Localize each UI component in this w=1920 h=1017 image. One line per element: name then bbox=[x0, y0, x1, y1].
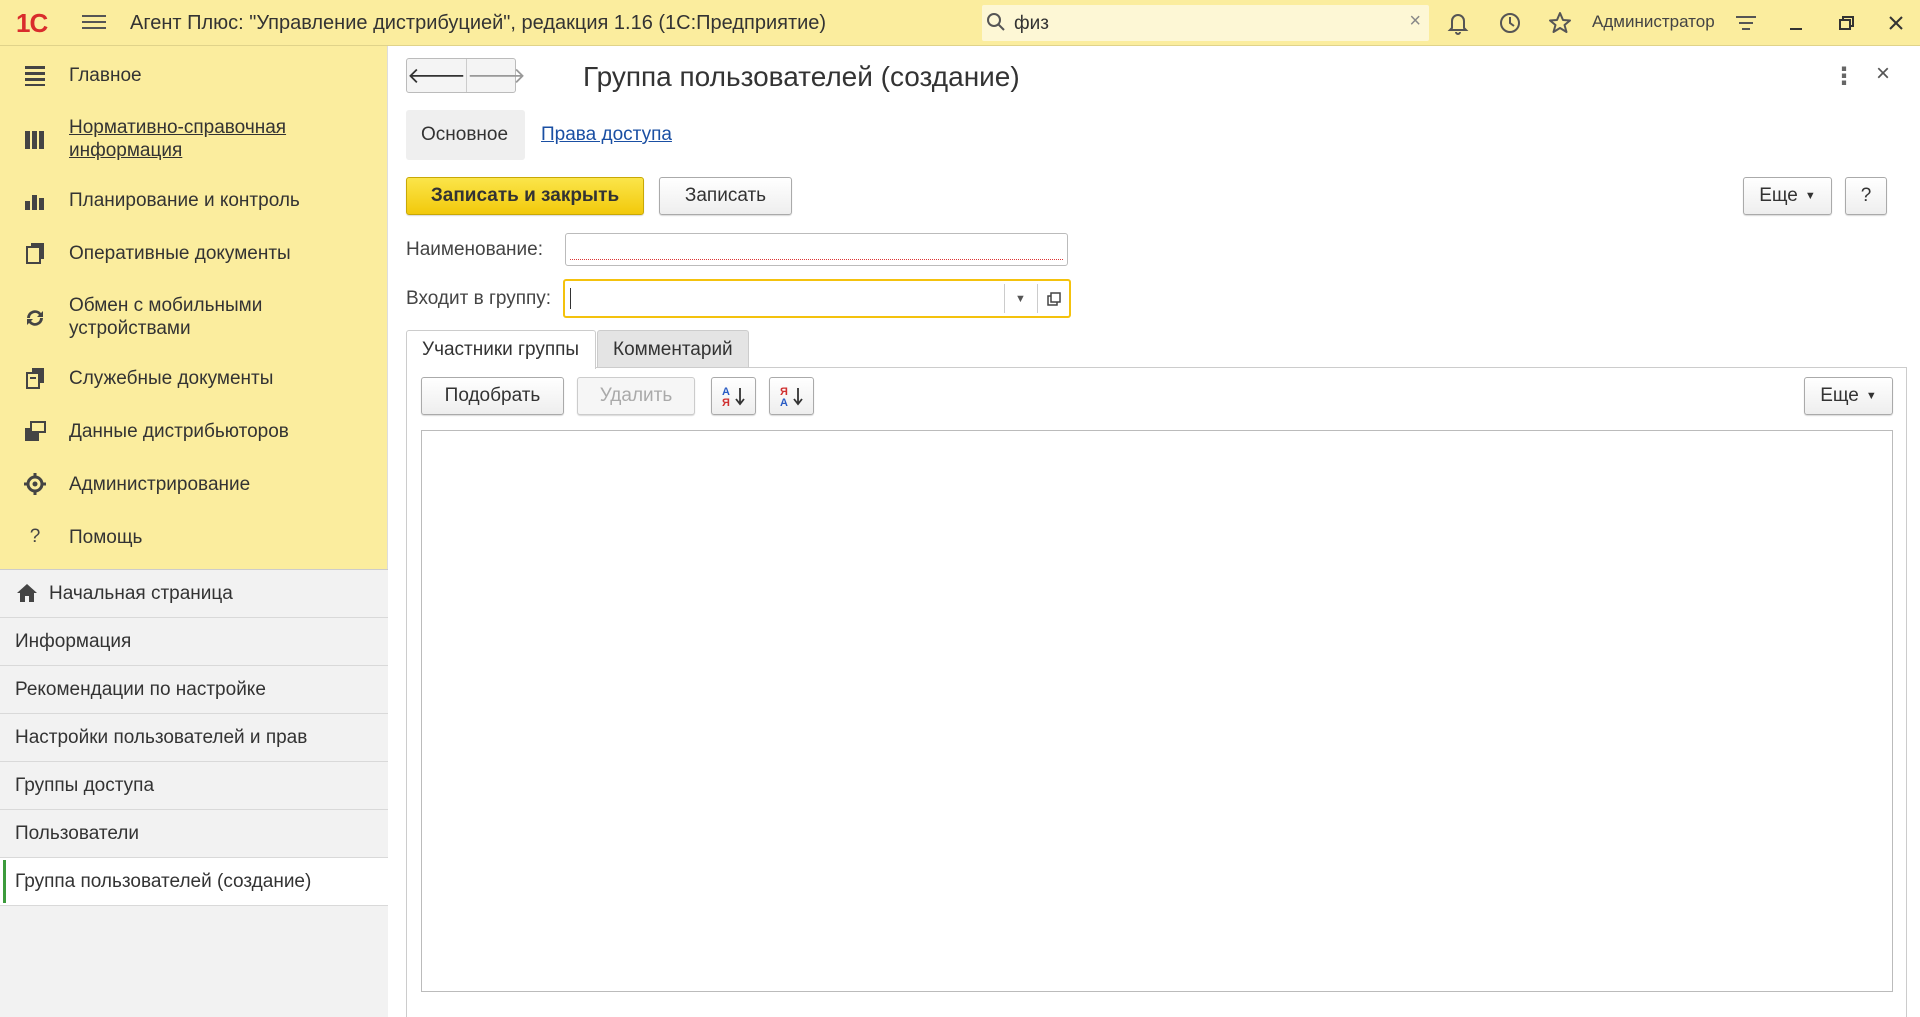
service-docs-icon bbox=[26, 368, 44, 389]
section-label: Планирование и контроль bbox=[69, 190, 300, 211]
section-mobile-exchange[interactable]: Обмен с мобильными устройствами bbox=[0, 292, 388, 342]
text-cursor bbox=[570, 288, 571, 309]
name-field[interactable] bbox=[565, 233, 1068, 266]
title-bar: 1С Агент Плюс: "Управление дистрибуцией"… bbox=[0, 0, 1920, 46]
pick-button[interactable]: Подобрать bbox=[421, 377, 564, 415]
section-label: Служебные документы bbox=[69, 368, 274, 389]
section-label: Данные дистрибьюторов bbox=[69, 421, 289, 442]
section-label: Нормативно-справочная информация bbox=[69, 117, 287, 161]
section-help[interactable]: ? Помощь bbox=[0, 522, 388, 552]
delete-button[interactable]: Удалить bbox=[577, 377, 695, 415]
help-icon: ? bbox=[29, 526, 41, 547]
tab-main-label: Основное bbox=[421, 124, 509, 145]
more-actions-icon[interactable]: ⋮ bbox=[1832, 62, 1856, 91]
save-button[interactable]: Записать bbox=[659, 177, 792, 215]
main-menu-icon[interactable] bbox=[82, 11, 106, 33]
sections-panel: Главное Нормативно-справочная информация… bbox=[0, 46, 387, 569]
open-window-user-settings[interactable]: Настройки пользователей и прав bbox=[0, 714, 388, 762]
search-icon bbox=[987, 13, 1005, 31]
clear-search-icon[interactable]: × bbox=[1409, 10, 1421, 33]
app-title: Агент Плюс: "Управление дистрибуцией", р… bbox=[130, 12, 827, 34]
minimize-icon[interactable] bbox=[1782, 9, 1810, 37]
navigation-buttons: 🡐 🡒 bbox=[406, 58, 526, 93]
section-service-docs[interactable]: Служебные документы bbox=[0, 363, 388, 393]
list-icon bbox=[25, 66, 45, 86]
section-label: Обмен с мобильными устройствами bbox=[69, 295, 263, 339]
close-form-icon[interactable]: × bbox=[1876, 60, 1890, 88]
open-window-users[interactable]: Пользователи bbox=[0, 810, 388, 858]
settings-lines-icon[interactable] bbox=[1732, 9, 1760, 37]
parent-group-field[interactable]: ▼ bbox=[563, 279, 1071, 318]
section-distributor-data[interactable]: Данные дистрибьюторов bbox=[0, 416, 388, 446]
search-value: физ bbox=[1014, 13, 1049, 34]
chevron-down-icon: ▼ bbox=[1865, 390, 1877, 402]
chart-icon bbox=[25, 195, 44, 210]
restore-icon[interactable] bbox=[1832, 9, 1860, 37]
save-and-close-button[interactable]: Записать и закрыть bbox=[406, 177, 644, 215]
forward-arrow-icon[interactable]: 🡒 bbox=[466, 59, 526, 92]
app-logo: 1С bbox=[16, 8, 48, 38]
sidebar: Главное Нормативно-справочная информация… bbox=[0, 46, 388, 1017]
svg-text:Я: Я bbox=[722, 397, 730, 408]
form-title: Группа пользователей (создание) bbox=[583, 61, 1020, 92]
open-window-information[interactable]: Информация bbox=[0, 618, 388, 666]
sort-descending-icon: ЯА bbox=[780, 386, 803, 408]
dropdown-arrow-icon[interactable]: ▼ bbox=[1004, 284, 1036, 313]
section-planning[interactable]: Планирование и контроль bbox=[0, 185, 388, 215]
open-window-recommendations[interactable]: Рекомендации по настройке bbox=[0, 666, 388, 714]
members-table[interactable] bbox=[421, 430, 1893, 992]
section-label: Главное bbox=[69, 65, 142, 86]
more-button[interactable]: Еще ▼ bbox=[1743, 177, 1832, 215]
svg-text:А: А bbox=[780, 397, 788, 408]
distributor-data-icon bbox=[25, 421, 46, 441]
more-button-label: Еще bbox=[1759, 185, 1798, 206]
home-icon bbox=[17, 584, 37, 602]
open-window-label: Рекомендации по настройке bbox=[15, 679, 266, 700]
open-window-access-groups[interactable]: Группы доступа bbox=[0, 762, 388, 810]
sync-icon bbox=[27, 310, 43, 326]
open-window-home[interactable]: Начальная страница bbox=[0, 570, 388, 618]
history-icon[interactable] bbox=[1496, 9, 1524, 37]
section-label: Администрирование bbox=[69, 474, 251, 495]
section-administration[interactable]: Администрирование bbox=[0, 469, 388, 499]
form-area: 🡐 🡒 Группа пользователей (создание) ⋮ × … bbox=[389, 46, 1920, 1017]
search-input[interactable]: физ × bbox=[982, 5, 1429, 41]
open-window-label: Группы доступа bbox=[15, 775, 155, 796]
open-window-label: Пользователи bbox=[15, 823, 140, 844]
help-button[interactable]: ? bbox=[1845, 177, 1887, 215]
sort-ascending-button[interactable]: АЯ bbox=[711, 377, 756, 415]
tab-access-rights[interactable]: Права доступа bbox=[541, 124, 672, 146]
members-more-button[interactable]: Еще ▼ bbox=[1804, 377, 1893, 415]
section-main[interactable]: Главное bbox=[0, 60, 388, 90]
open-window-label: Начальная страница bbox=[49, 583, 233, 604]
favorites-star-icon[interactable] bbox=[1546, 9, 1574, 37]
back-arrow-icon[interactable]: 🡐 bbox=[407, 59, 466, 92]
gear-icon bbox=[24, 473, 46, 495]
section-label: Оперативные документы bbox=[69, 243, 291, 264]
open-window-label: Настройки пользователей и прав bbox=[15, 727, 308, 748]
open-window-label: Информация bbox=[15, 631, 132, 652]
books-icon bbox=[25, 131, 44, 149]
chevron-down-icon: ▼ bbox=[1804, 190, 1816, 202]
open-window-user-group-create[interactable]: Группа пользователей (создание) bbox=[0, 858, 388, 906]
section-operational-docs[interactable]: Оперативные документы bbox=[0, 238, 388, 268]
sort-ascending-icon: АЯ bbox=[722, 386, 745, 408]
bell-icon[interactable] bbox=[1444, 9, 1472, 37]
tab-comment[interactable]: Комментарий bbox=[597, 330, 749, 368]
members-panel: Подобрать Удалить АЯ ЯА Еще ▼ bbox=[406, 367, 1907, 1017]
more-button-label: Еще bbox=[1820, 385, 1859, 406]
open-icon[interactable] bbox=[1037, 284, 1069, 313]
current-user[interactable]: Администратор bbox=[1592, 12, 1715, 32]
sort-descending-button[interactable]: ЯА bbox=[769, 377, 814, 415]
close-window-icon[interactable] bbox=[1882, 9, 1910, 37]
section-reference-info[interactable]: Нормативно-справочная информация bbox=[0, 114, 388, 164]
parent-group-label: Входит в группу: bbox=[406, 288, 552, 309]
tab-main[interactable]: Основное bbox=[406, 110, 525, 160]
open-windows-list: Начальная страница Информация Рекомендац… bbox=[0, 569, 388, 1017]
open-window-label: Группа пользователей (создание) bbox=[15, 871, 312, 892]
tab-group-members[interactable]: Участники группы bbox=[406, 330, 596, 369]
documents-icon bbox=[26, 243, 44, 264]
name-label: Наименование: bbox=[406, 239, 543, 260]
section-label: Помощь bbox=[69, 527, 143, 548]
